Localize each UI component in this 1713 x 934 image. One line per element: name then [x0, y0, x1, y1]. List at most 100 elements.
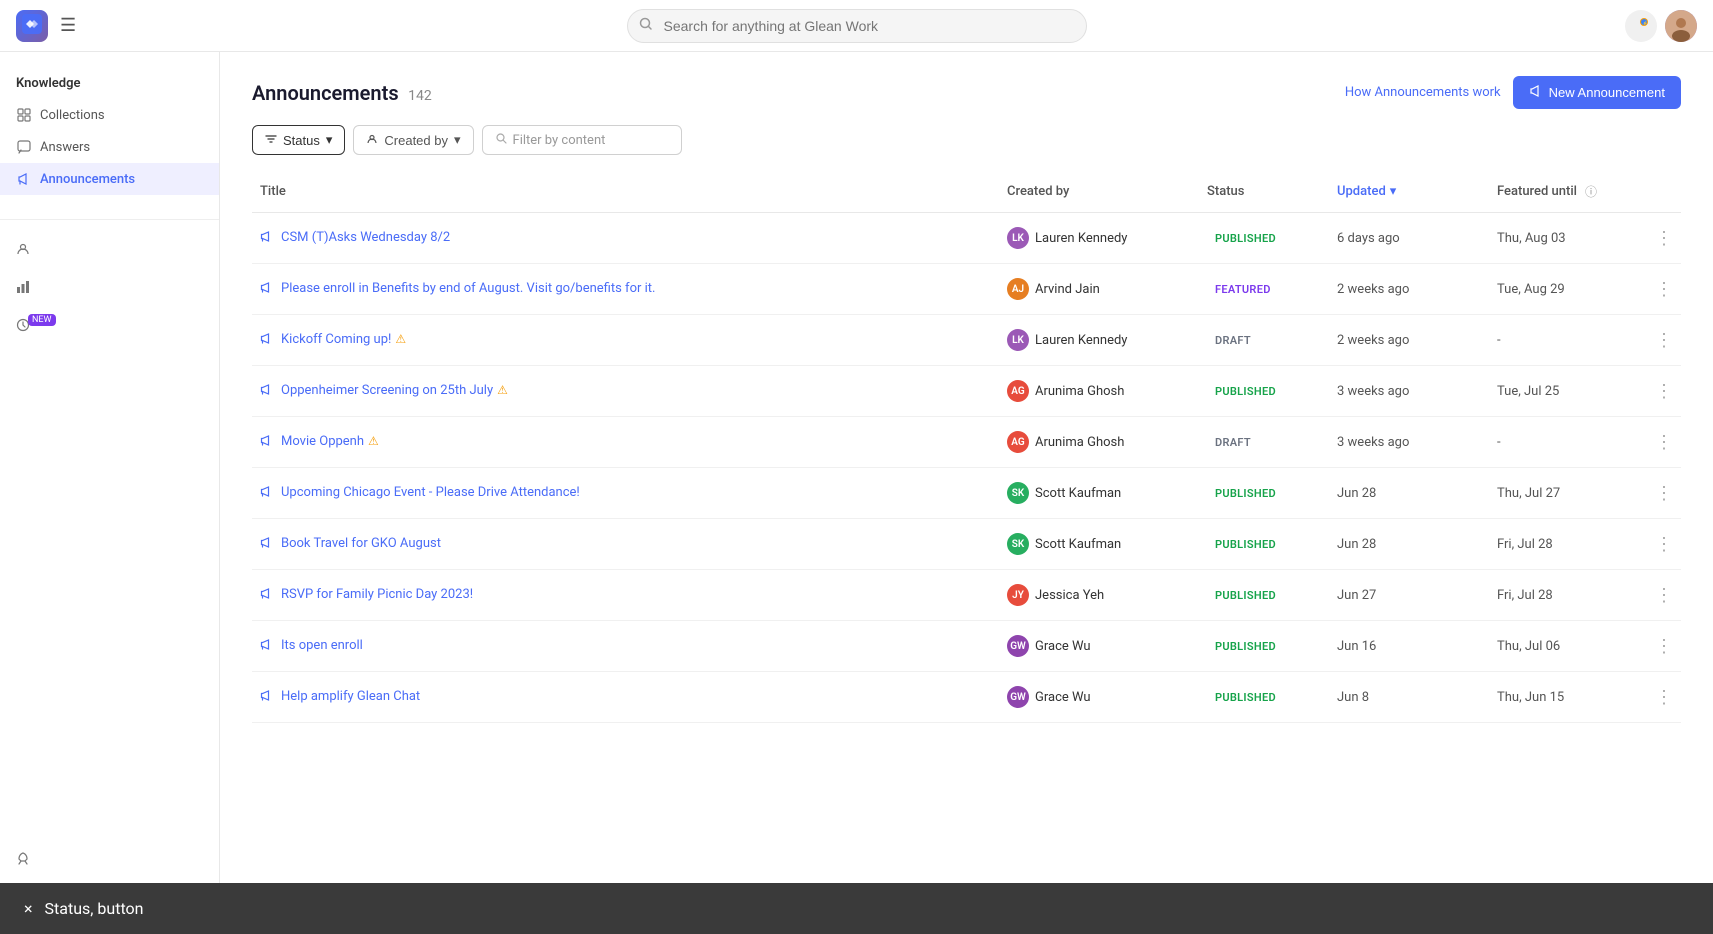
- collections-icon: [16, 107, 32, 123]
- status-cell: FEATURED: [1199, 277, 1329, 302]
- created-by-chevron: ▾: [454, 132, 461, 148]
- status-filter-label: Status: [283, 133, 320, 148]
- announcement-row-icon: [260, 689, 273, 706]
- announcement-title-link[interactable]: Book Travel for GKO August: [281, 536, 441, 551]
- announcement-title-link[interactable]: Oppenheimer Screening on 25th July: [281, 383, 493, 398]
- more-options-button[interactable]: ⋮: [1649, 224, 1681, 253]
- author-avatar: GW: [1007, 686, 1029, 708]
- author-name: Arunima Ghosh: [1035, 384, 1124, 399]
- filter-search-placeholder: Filter by content: [513, 133, 606, 148]
- announcement-row-icon: [260, 332, 273, 349]
- updated-cell: Jun 27: [1329, 584, 1489, 607]
- updated-cell: Jun 28: [1329, 533, 1489, 556]
- author-cell: SK Scott Kaufman: [999, 478, 1199, 508]
- notification-button[interactable]: ⚡: [1625, 10, 1657, 42]
- sort-icon: ▾: [1390, 184, 1397, 199]
- sidebar-item-announcements[interactable]: Announcements: [0, 163, 219, 195]
- table-row: Its open enroll GW Grace Wu PUBLISHED Ju…: [252, 621, 1681, 672]
- status-cell: DRAFT: [1199, 430, 1329, 455]
- new-announcement-label: New Announcement: [1549, 85, 1665, 100]
- author-name: Grace Wu: [1035, 639, 1091, 654]
- author-cell: LK Lauren Kennedy: [999, 223, 1199, 253]
- announcement-title-link[interactable]: Movie Oppenh: [281, 434, 364, 449]
- announcements-label: Announcements: [40, 172, 135, 187]
- status-badge: PUBLISHED: [1207, 230, 1284, 247]
- status-cell: PUBLISHED: [1199, 583, 1329, 608]
- title-cell: RSVP for Family Picnic Day 2023!: [252, 582, 999, 608]
- logo-icon: [22, 14, 42, 38]
- more-options-button[interactable]: ⋮: [1649, 479, 1681, 508]
- new-announcement-button[interactable]: New Announcement: [1513, 76, 1681, 109]
- filters-row: Status ▾ Created by ▾ Filter by content: [252, 125, 1681, 155]
- featured-until-info-icon[interactable]: ⓘ: [1585, 183, 1597, 200]
- announcement-title-link[interactable]: Kickoff Coming up!: [281, 332, 391, 347]
- author-avatar: GW: [1007, 635, 1029, 657]
- user-avatar[interactable]: [1665, 10, 1697, 42]
- status-badge: PUBLISHED: [1207, 587, 1284, 604]
- filter-search[interactable]: Filter by content: [482, 125, 682, 155]
- status-cell: PUBLISHED: [1199, 634, 1329, 659]
- author-avatar: SK: [1007, 482, 1029, 504]
- featured-until-cell: Thu, Jun 15: [1489, 686, 1649, 709]
- col-status: Status: [1199, 179, 1329, 204]
- more-options-button[interactable]: ⋮: [1649, 683, 1681, 712]
- created-by-filter-button[interactable]: Created by ▾: [353, 125, 473, 155]
- table-row: Movie Oppenh⚠ AG Arunima Ghosh DRAFT 3 w…: [252, 417, 1681, 468]
- featured-until-cell: -: [1489, 329, 1649, 352]
- how-announcements-link[interactable]: How Announcements work: [1345, 85, 1501, 100]
- status-badge: PUBLISHED: [1207, 638, 1284, 655]
- announcements-icon: [16, 171, 32, 187]
- announcement-title-link[interactable]: Its open enroll: [281, 638, 363, 653]
- sidebar-item-collections[interactable]: Collections: [0, 99, 219, 131]
- status-badge: PUBLISHED: [1207, 485, 1284, 502]
- search-input[interactable]: [627, 9, 1087, 43]
- answers-icon: [16, 139, 32, 155]
- more-options-button[interactable]: ⋮: [1649, 632, 1681, 661]
- featured-until-cell: Fri, Jul 28: [1489, 584, 1649, 607]
- more-options-button[interactable]: ⋮: [1649, 326, 1681, 355]
- more-options-button[interactable]: ⋮: [1649, 530, 1681, 559]
- warning-icon: ⚠: [497, 383, 508, 397]
- author-cell: AG Arunima Ghosh: [999, 376, 1199, 406]
- col-updated[interactable]: Updated ▾: [1329, 179, 1489, 204]
- status-filter-icon: [265, 133, 277, 148]
- announcement-title-link[interactable]: CSM (T)Asks Wednesday 8/2: [281, 230, 450, 245]
- table-row: Please enroll in Benefits by end of Augu…: [252, 264, 1681, 315]
- status-cell: PUBLISHED: [1199, 532, 1329, 557]
- analytics-icon: [16, 280, 30, 298]
- sidebar-item-answers[interactable]: Answers: [0, 131, 219, 163]
- announcement-title-link[interactable]: Please enroll in Benefits by end of Augu…: [281, 281, 655, 296]
- col-featured-until: Featured until ⓘ: [1489, 179, 1649, 204]
- announcement-title-link[interactable]: RSVP for Family Picnic Day 2023!: [281, 587, 473, 602]
- tooltip-close-button[interactable]: ×: [24, 899, 33, 918]
- announcement-row-icon: [260, 536, 273, 553]
- featured-until-cell: Thu, Jul 06: [1489, 635, 1649, 658]
- title-cell: Book Travel for GKO August: [252, 531, 999, 557]
- sidebar-item-analytics[interactable]: [0, 270, 219, 308]
- more-options-button[interactable]: ⋮: [1649, 377, 1681, 406]
- author-name: Arvind Jain: [1035, 282, 1100, 297]
- collections-label: Collections: [40, 108, 105, 123]
- author-name: Grace Wu: [1035, 690, 1091, 705]
- author-name: Lauren Kennedy: [1035, 333, 1127, 348]
- sidebar-item-people[interactable]: [0, 232, 219, 270]
- announcement-title-link[interactable]: Upcoming Chicago Event - Please Drive At…: [281, 485, 580, 500]
- featured-until-cell: Thu, Aug 03: [1489, 227, 1649, 250]
- sidebar-item-activity[interactable]: NEW: [0, 308, 219, 346]
- page-count: 142: [408, 88, 432, 104]
- updated-cell: 6 days ago: [1329, 227, 1489, 250]
- author-avatar: AG: [1007, 380, 1029, 402]
- more-options-button[interactable]: ⋮: [1649, 428, 1681, 457]
- hamburger-button[interactable]: ☰: [60, 15, 76, 36]
- new-badge: NEW: [28, 314, 56, 326]
- col-created-by: Created by: [999, 179, 1199, 204]
- status-filter-button[interactable]: Status ▾: [252, 125, 345, 155]
- more-options-button[interactable]: ⋮: [1649, 581, 1681, 610]
- top-bar: ☰ ⚡: [0, 0, 1713, 52]
- sidebar-item-rocket[interactable]: [0, 842, 219, 880]
- main-layout: Knowledge Collections Answers Announceme…: [0, 52, 1713, 934]
- more-options-button[interactable]: ⋮: [1649, 275, 1681, 304]
- announcement-title-link[interactable]: Help amplify Glean Chat: [281, 689, 420, 704]
- status-cell: DRAFT: [1199, 328, 1329, 353]
- featured-until-cell: Fri, Jul 28: [1489, 533, 1649, 556]
